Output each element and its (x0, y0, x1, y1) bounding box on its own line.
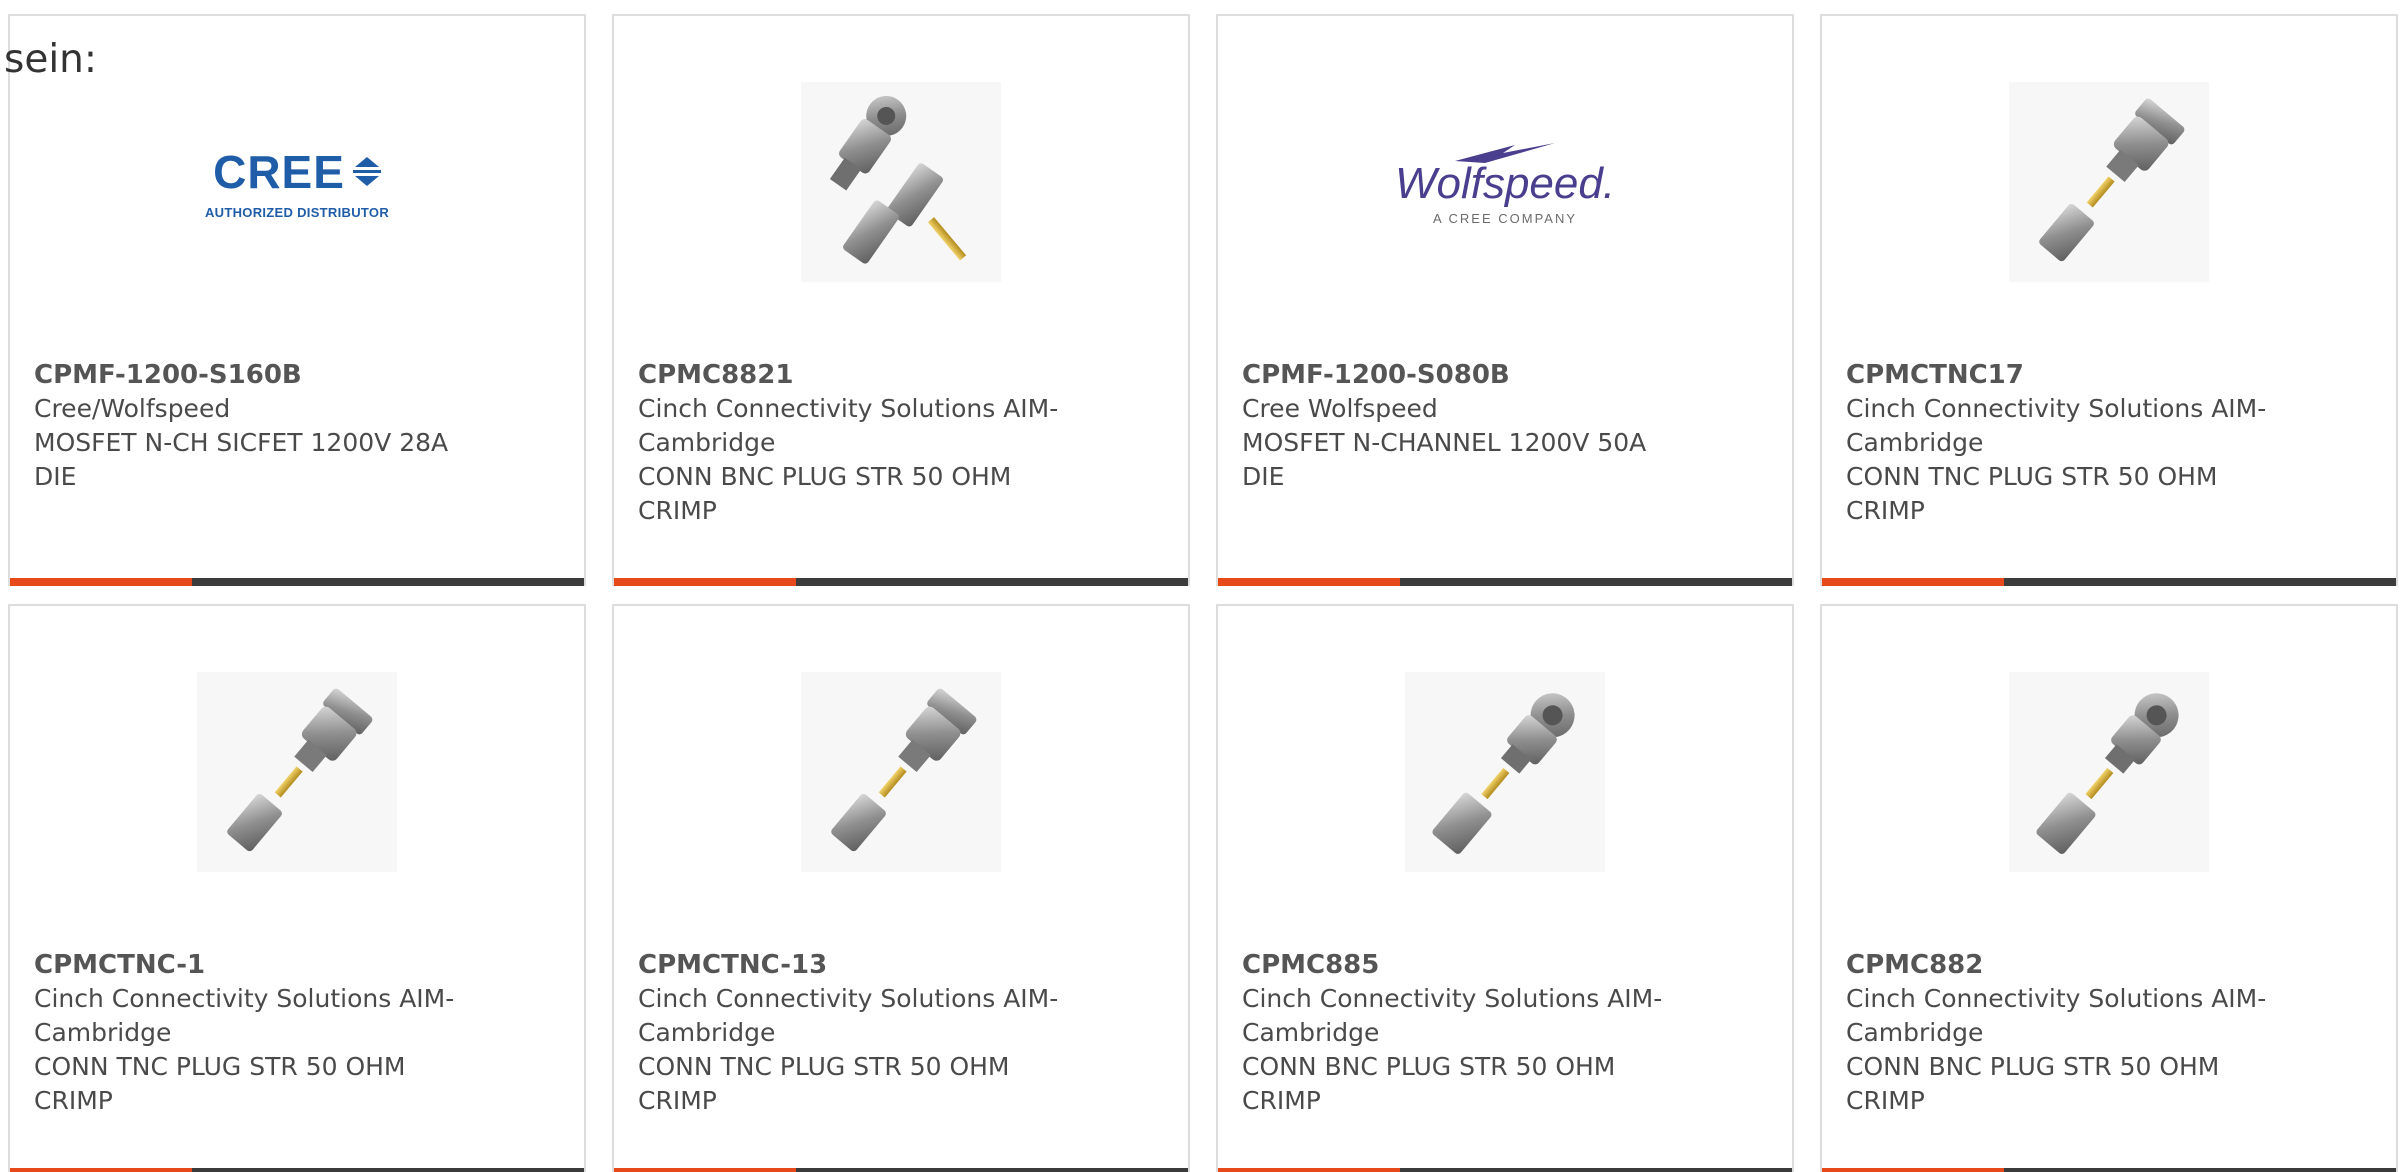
product-info: CPMC885 Cinch Connectivity Solutions AIM-… (1242, 948, 1692, 1118)
tnc-connector-image[interactable] (614, 656, 1188, 888)
card-bottom-bar (10, 1168, 584, 1172)
product-card[interactable]: CPMCTNC-13 Cinch Connectivity Solutions A… (612, 604, 1190, 1172)
card-bottom-bar (1822, 578, 2396, 586)
product-description: CONN BNC PLUG STR 50 OHM CRIMP (1846, 1052, 2220, 1115)
part-number-link[interactable]: CPMC885 (1242, 948, 1692, 982)
product-description: CONN BNC PLUG STR 50 OHM CRIMP (638, 462, 1012, 525)
manufacturer-name: Cree Wolfspeed (1242, 394, 1438, 423)
card-bottom-bar (10, 578, 584, 586)
cree-logo-tagline: AUTHORIZED DISTRIBUTOR (204, 204, 390, 220)
card-accent-bar (1822, 578, 2004, 586)
product-info: CPMF-1200-S160B Cree/Wolfspeed MOSFET N-CH… (34, 358, 484, 494)
card-accent-bar (1218, 578, 1400, 586)
card-accent-bar (1218, 1168, 1400, 1172)
manufacturer-name: Cree/Wolfspeed (34, 394, 231, 423)
card-accent-bar (10, 578, 192, 586)
card-bottom-bar (1218, 1168, 1792, 1172)
product-info: CPMC8821 Cinch Connectivity Solutions AIM… (638, 358, 1088, 528)
wolfspeed-logo-tagline: A CREE COMPANY (1432, 210, 1578, 226)
product-info: CPMF-1200-S080B Cree Wolfspeed MOSFET N-CH… (1242, 358, 1692, 494)
card-accent-bar (614, 578, 796, 586)
product-description: CONN TNC PLUG STR 50 OHM CRIMP (1846, 462, 2218, 525)
manufacturer-name: Cinch Connectivity Solutions AIM-Cambrid… (1846, 984, 2267, 1047)
tnc-connector-image[interactable] (10, 656, 584, 888)
part-number-link[interactable]: CPMC882 (1846, 948, 2296, 982)
card-accent-bar (1822, 1168, 2004, 1172)
product-description: CONN TNC PLUG STR 50 OHM CRIMP (638, 1052, 1010, 1115)
part-number-link[interactable]: CPMC8821 (638, 358, 1088, 392)
part-number-link[interactable]: CPMF-1200-S080B (1242, 358, 1692, 392)
product-description: MOSFET N-CH SICFET 1200V 28A DIE (34, 428, 449, 491)
card-bottom-bar (1218, 578, 1792, 586)
wolfspeed-logo-wordmark: Wolfspeed. (1394, 158, 1616, 208)
product-info: CPMC882 Cinch Connectivity Solutions AIM-… (1846, 948, 2296, 1118)
card-accent-bar (614, 1168, 796, 1172)
product-card[interactable]: CPMC8821 Cinch Connectivity Solutions AIM… (612, 14, 1190, 586)
product-info: CPMCTNC-13 Cinch Connectivity Solutions A… (638, 948, 1088, 1118)
tnc-connector-image[interactable] (1822, 66, 2396, 298)
card-bottom-bar (614, 1168, 1188, 1172)
manufacturer-name: Cinch Connectivity Solutions AIM-Cambrid… (638, 984, 1059, 1047)
product-card[interactable]: CPMC882 Cinch Connectivity Solutions AIM-… (1820, 604, 2398, 1172)
product-description: CONN BNC PLUG STR 50 OHM CRIMP (1242, 1052, 1616, 1115)
part-number-link[interactable]: CPMCTNC17 (1846, 358, 2296, 392)
bnc-connector-image[interactable] (1218, 656, 1792, 888)
product-card[interactable]: Wolfspeed. A CREE COMPANY CPMF-1200-S080B C… (1216, 14, 1794, 586)
wolfspeed-logo-image[interactable]: Wolfspeed. A CREE COMPANY (1218, 66, 1792, 298)
part-number-link[interactable]: CPMCTNC-13 (638, 948, 1088, 982)
product-grid: CREE AUTHORIZED DISTRIBUTOR CPMF-1200-S160… (8, 14, 2398, 1172)
product-grid-page: sein: CREE AUTHORIZED DISTRIBUTOR CPMF-120… (0, 0, 2400, 1172)
card-bottom-bar (1822, 1168, 2396, 1172)
manufacturer-name: Cinch Connectivity Solutions AIM-Cambrid… (638, 394, 1059, 457)
product-info: CPMCTNC17 Cinch Connectivity Solutions AI… (1846, 358, 2296, 528)
bnc-connector-kit-image[interactable] (614, 66, 1188, 298)
bnc-connector-image[interactable] (1822, 656, 2396, 888)
cree-logo-wordmark: CREE (213, 145, 345, 198)
product-description: CONN TNC PLUG STR 50 OHM CRIMP (34, 1052, 406, 1115)
product-card[interactable]: CPMCTNC17 Cinch Connectivity Solutions AI… (1820, 14, 2398, 586)
cree-logo-image[interactable]: CREE AUTHORIZED DISTRIBUTOR (10, 66, 584, 298)
product-card[interactable]: CPMCTNC-1 Cinch Connectivity Solutions AI… (8, 604, 586, 1172)
product-card[interactable]: CREE AUTHORIZED DISTRIBUTOR CPMF-1200-S160… (8, 14, 586, 586)
card-accent-bar (10, 1168, 192, 1172)
part-number-link[interactable]: CPMCTNC-1 (34, 948, 484, 982)
part-number-link[interactable]: CPMF-1200-S160B (34, 358, 484, 392)
product-card[interactable]: CPMC885 Cinch Connectivity Solutions AIM-… (1216, 604, 1794, 1172)
intro-text: sein: (4, 37, 98, 82)
manufacturer-name: Cinch Connectivity Solutions AIM-Cambrid… (1846, 394, 2267, 457)
card-bottom-bar (614, 578, 1188, 586)
manufacturer-name: Cinch Connectivity Solutions AIM-Cambrid… (34, 984, 455, 1047)
product-info: CPMCTNC-1 Cinch Connectivity Solutions AI… (34, 948, 484, 1118)
product-description: MOSFET N-CHANNEL 1200V 50A DIE (1242, 428, 1647, 491)
manufacturer-name: Cinch Connectivity Solutions AIM-Cambrid… (1242, 984, 1663, 1047)
